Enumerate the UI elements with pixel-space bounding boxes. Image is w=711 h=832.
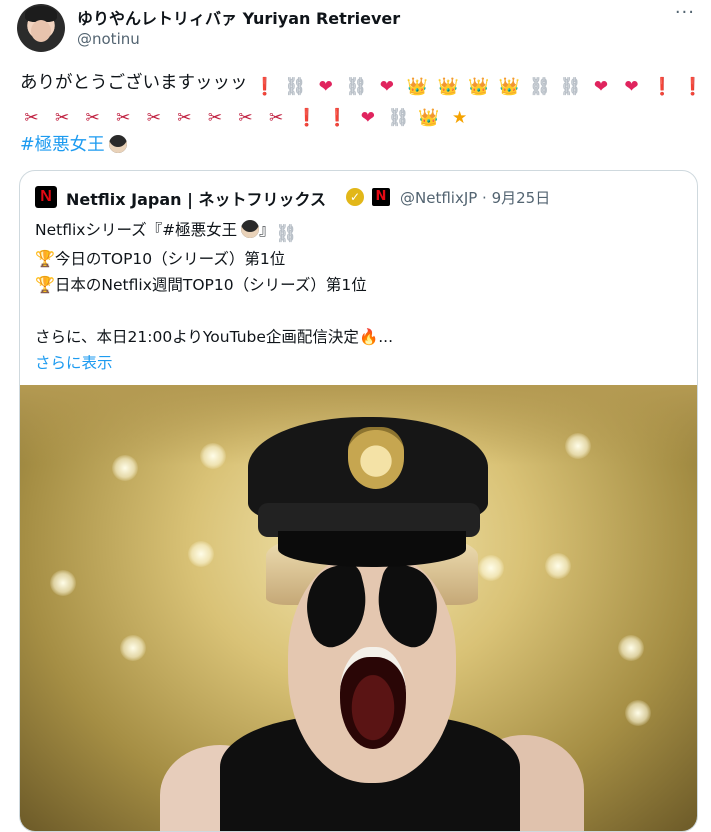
tweet-line-2: ✂ ✂ ✂ ✂ ✂ ✂ ✂ ✂ ✂ ❗ ❗ ❤ ⛓ 👑 ★ (20, 99, 695, 130)
exclamation-icon: ❗ (682, 77, 704, 97)
heart-on-fire-icon: ❤ (360, 108, 375, 128)
quoted-handle-date[interactable]: @NetflixJP · 9月25日 (400, 187, 550, 208)
exclamation-icon: ❗ (296, 108, 318, 128)
hashtag-emoji-icon (241, 220, 260, 238)
chain-icon: ⛓ (559, 77, 582, 97)
photo-light (625, 700, 651, 726)
photo-cap-visor (278, 531, 466, 567)
photo-light (618, 635, 644, 661)
chain-icon: ⛓ (387, 108, 410, 128)
quoted-line-4-text: さらに、本日21:00よりYouTube企画配信決定 (35, 328, 359, 346)
netflix-avatar[interactable]: N (35, 186, 57, 208)
quoted-line-2: 🏆今日のTOP10（シリーズ）第1位 (35, 246, 675, 272)
quoted-line-4: さらに、本日21:00よりYouTube企画配信決定🔥... (35, 324, 675, 350)
chain-icon: ⛓ (284, 77, 306, 97)
crown-icon: 👑 (406, 77, 429, 97)
photo-light (200, 443, 226, 469)
heart-on-fire-icon: ❤ (318, 77, 333, 97)
quoted-media-image[interactable] (20, 385, 697, 831)
verified-badge-icon: ✓ (346, 188, 364, 206)
netflix-affiliate-icon: N (372, 188, 390, 206)
chain-icon: ⛓ (528, 77, 551, 97)
scissors-icon: ✂ (238, 108, 253, 128)
hashtag-emoji-icon (108, 135, 127, 153)
quoted-line-4-end: ... (378, 328, 394, 346)
quoted-tweet-text: Netflixシリーズ『#極悪女王 』⛓ 🏆今日のTOP10（シリーズ）第1位 🏆… (35, 217, 675, 376)
photo-light (545, 553, 571, 579)
trophy-icon: 🏆 (35, 249, 55, 268)
avatar[interactable] (17, 4, 65, 52)
photo-light (50, 570, 76, 596)
quoted-author-name[interactable]: Netflix Japan | ネットフリックス (66, 186, 326, 210)
fire-icon: 🔥 (358, 328, 379, 346)
scissors-icon: ✂ (54, 108, 70, 128)
quoted-line-3: 🏆日本のNetflix週間TOP10（シリーズ）第1位 (35, 272, 675, 298)
exclamation-icon: ❗ (651, 77, 673, 97)
tweet-main-text: ありがとうございますッッッ (20, 73, 248, 93)
crown-icon: 👑 (498, 77, 520, 97)
photo-light (112, 455, 138, 481)
scissors-icon: ✂ (177, 108, 192, 128)
quoted-tweet-card[interactable]: N Netflix Japan | ネットフリックス ✓ N @NetflixJ… (19, 170, 698, 832)
quoted-line-1-text: Netflixシリーズ『#極悪女王 (35, 221, 238, 239)
scissors-icon: ✂ (146, 108, 161, 128)
chain-icon: ⛓ (275, 224, 297, 244)
photo-mouth (340, 647, 406, 749)
photo-light (188, 541, 214, 567)
crown-icon: 👑 (468, 77, 490, 97)
scissors-icon: ✂ (207, 108, 223, 128)
photo-light (565, 433, 591, 459)
tweet-line-1: ありがとうございますッッッ ❗ ⛓ ❤ ⛓ ❤ 👑 👑 👑 👑 ⛓ ⛓ ❤ ❤ … (20, 68, 703, 99)
scissors-icon: ✂ (269, 108, 284, 128)
scissors-icon: ✂ (116, 108, 131, 128)
quoted-blank-line (35, 298, 675, 324)
tweet-line-3: #極悪女王 (20, 130, 695, 160)
chain-icon: ⛓ (345, 77, 368, 97)
photo-light (478, 555, 504, 581)
heart-on-fire-icon: ❤ (593, 77, 609, 97)
quoted-line-1-end: 』 (259, 221, 275, 239)
heart-on-fire-icon: ❤ (379, 77, 395, 97)
avatar-face (31, 20, 51, 42)
scissors-icon: ✂ (85, 108, 100, 128)
photo-light (120, 635, 146, 661)
author-name[interactable]: ゆりやんレトリィバァ Yuriyan Retriever (77, 5, 400, 29)
photo-cap-badge (348, 427, 404, 489)
quoted-line-1: Netflixシリーズ『#極悪女王 』⛓ (35, 217, 675, 246)
quoted-line-2-text: 今日のTOP10（シリーズ）第1位 (54, 250, 286, 268)
more-options-icon[interactable]: ··· (675, 2, 695, 23)
crown-icon: 👑 (437, 77, 459, 97)
trophy-icon: 🏆 (35, 275, 55, 294)
author-handle[interactable]: @notinu (77, 30, 140, 48)
scissors-icon: ✂ (24, 108, 39, 128)
exclamation-icon: ❗ (253, 77, 276, 97)
heart-on-fire-icon: ❤ (624, 77, 639, 97)
exclamation-icon: ❗ (326, 108, 348, 128)
tweet-text: ありがとうございますッッッ ❗ ⛓ ❤ ⛓ ❤ 👑 👑 👑 👑 ⛓ ⛓ ❤ ❤ … (20, 68, 703, 160)
show-more-link[interactable]: さらに表示 (35, 350, 675, 376)
star-icon: ★ (451, 108, 468, 128)
crown-icon: 👑 (418, 108, 440, 128)
quoted-line-3-text: 日本のNetflix週間TOP10（シリーズ）第1位 (54, 276, 367, 294)
hashtag-link[interactable]: #極悪女王 (20, 135, 105, 155)
